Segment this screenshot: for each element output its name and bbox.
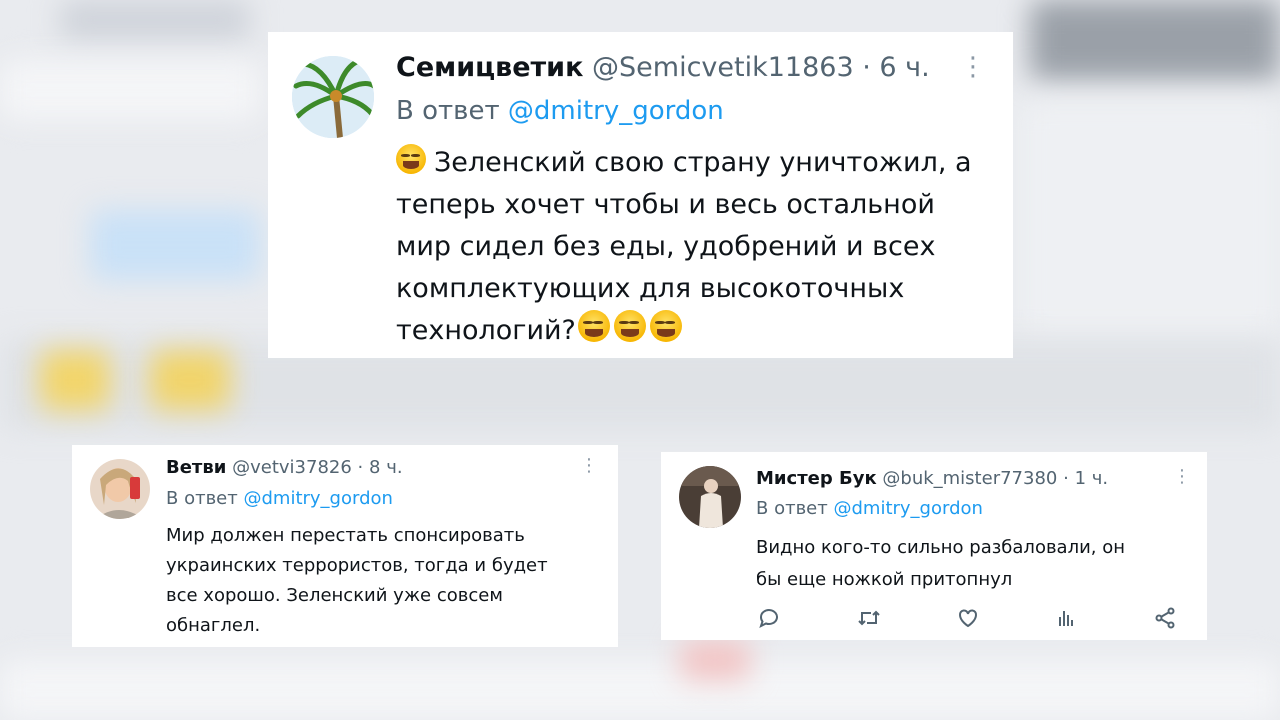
tweet-card-main[interactable]: Семицветик @Semicvetik11863 · 6 ч. ⋮ В о… [268, 32, 1013, 358]
reply-prefix: В ответ [756, 498, 828, 519]
tweet-text: Видно кого-то сильно разбаловали, он бы … [756, 532, 1196, 596]
reply-to-line: В ответ @dmitry_gordon [396, 96, 724, 126]
person-avatar[interactable] [679, 466, 741, 528]
tweet-card-mister-buk[interactable]: Мистер Бук @buk_mister77380 · 1 ч. ⋮ В о… [661, 452, 1207, 640]
tears-of-joy-emoji [396, 144, 426, 174]
author-line: Семицветик @Semicvetik11863 · 6 ч. [396, 52, 930, 83]
tweet-text-line-1: Зеленский свою страну уничтожил, а [396, 142, 1006, 184]
author-handle[interactable]: @Semicvetik11863 [592, 52, 854, 83]
retweet-icon[interactable] [856, 606, 882, 630]
reply-prefix: В ответ [166, 488, 238, 509]
reply-icon[interactable] [757, 606, 781, 630]
more-options-icon[interactable]: ⋮ [1173, 466, 1191, 487]
reply-mention-link[interactable]: @dmitry_gordon [833, 498, 982, 519]
tweet-text-line-4: обнаглел. [166, 615, 261, 636]
like-icon[interactable] [956, 606, 980, 630]
tweet-text-line-1: Мир должен перестать спонсировать [166, 525, 525, 546]
tweet-text-line-1: Видно кого-то сильно разбаловали, он [756, 537, 1126, 558]
tweet-text-line-2: теперь хочет чтобы и весь остальной [396, 189, 935, 220]
tears-of-joy-emoji [577, 310, 610, 342]
tweet-text-line-4: комплектующих для высокоточных [396, 273, 905, 304]
author-handle[interactable]: @buk_mister77380 [882, 468, 1057, 489]
reply-to-line: В ответ @dmitry_gordon [756, 498, 983, 519]
tweet-card-vetvi[interactable]: Ветви @vetvi37826 · 8 ч. ⋮ В ответ @dmit… [72, 445, 618, 647]
author-handle[interactable]: @vetvi37826 [232, 457, 352, 478]
views-icon[interactable] [1055, 606, 1079, 630]
more-options-icon[interactable]: ⋮ [580, 455, 598, 476]
author-name[interactable]: Мистер Бук [756, 468, 877, 489]
tweet-text-line-5: технологий? [396, 310, 1006, 352]
author-name[interactable]: Ветви [166, 457, 226, 478]
tweet-text-line-2: украинских террористов, тогда и будет [166, 555, 548, 576]
author-name[interactable]: Семицветик [396, 52, 583, 83]
palm-tree-avatar[interactable] [292, 56, 374, 138]
tweet-time[interactable]: 6 ч. [879, 52, 929, 83]
tweet-actions-bar [757, 606, 1177, 630]
separator-dot: · [357, 457, 364, 478]
tears-of-joy-emoji [613, 310, 646, 342]
reply-mention-link[interactable]: @dmitry_gordon [243, 488, 392, 509]
reply-to-line: В ответ @dmitry_gordon [166, 488, 393, 509]
reply-prefix: В ответ [396, 96, 500, 126]
tweet-time[interactable]: 8 ч. [369, 457, 403, 478]
tweet-text: Зеленский свою страну уничтожил, а тепер… [396, 142, 1006, 352]
more-options-icon[interactable]: ⋮ [960, 52, 986, 82]
tweet-text-line-2: бы еще ножкой притопнул [756, 569, 1013, 590]
author-line: Мистер Бук @buk_mister77380 · 1 ч. [756, 468, 1108, 489]
person-avatar[interactable] [90, 459, 150, 519]
tears-of-joy-emoji [649, 310, 682, 342]
author-line: Ветви @vetvi37826 · 8 ч. [166, 457, 403, 478]
share-icon[interactable] [1153, 606, 1177, 630]
tweet-time[interactable]: 1 ч. [1075, 468, 1109, 489]
tweet-text-line-3: мир сидел без еды, удобрений и всех [396, 231, 936, 262]
reply-mention-link[interactable]: @dmitry_gordon [508, 96, 724, 126]
tweet-text-line-3: все хорошо. Зеленский уже совсем [166, 585, 503, 606]
tweet-text: Мир должен перестать спонсировать украин… [166, 521, 606, 641]
separator-dot: · [1063, 468, 1069, 489]
separator-dot: · [862, 52, 871, 83]
